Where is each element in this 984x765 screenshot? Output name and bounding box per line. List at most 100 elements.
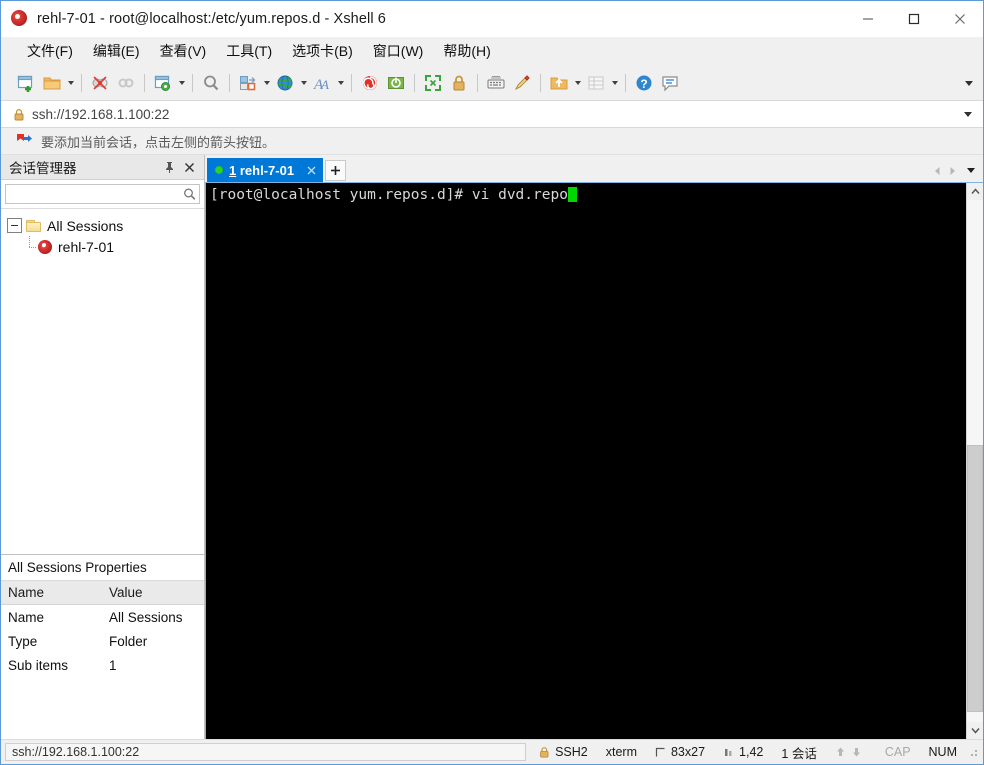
terminal-scrollbar[interactable] — [966, 183, 983, 739]
terminal-area: 1 rehl-7-01 [root@localhost yum.repos.d]… — [205, 155, 983, 739]
tab-prev-button[interactable] — [930, 162, 945, 179]
lock-icon — [453, 75, 465, 91]
new-tab-button[interactable] — [325, 160, 347, 181]
layout-dropdown[interactable] — [261, 70, 272, 96]
tab-next-button[interactable] — [945, 162, 960, 179]
disconnect-icon — [92, 76, 108, 90]
scrollbar-track[interactable] — [967, 200, 983, 722]
terminal-prompt: [root@localhost yum.repos.d]# — [210, 187, 472, 203]
globe-icon — [277, 75, 293, 91]
xftp-button[interactable] — [383, 70, 409, 96]
toolbar-separator — [625, 74, 626, 92]
resize-grip[interactable] — [966, 745, 980, 759]
toolbar-separator — [192, 74, 193, 92]
close-button[interactable] — [937, 1, 983, 37]
new-session-icon — [17, 75, 33, 92]
cursor-icon — [723, 747, 734, 758]
status-transfer-indicators — [826, 743, 876, 761]
fullscreen-button[interactable] — [420, 70, 446, 96]
reconnect-button[interactable] — [113, 70, 139, 96]
compose-pane-dropdown[interactable] — [609, 70, 620, 96]
tab-bar-controls — [930, 162, 979, 179]
globe-button[interactable] — [272, 70, 298, 96]
toolbar-separator — [414, 74, 415, 92]
toolbar-overflow-button[interactable] — [963, 77, 975, 89]
address-bar[interactable]: ssh://192.168.1.100:22 — [1, 100, 983, 128]
xshell-window: rehl-7-01 - root@localhost:/etc/yum.repo… — [0, 0, 984, 765]
layout-icon — [240, 76, 256, 91]
address-dropdown-button[interactable] — [961, 107, 975, 121]
menu-window[interactable]: 窗口(W) — [363, 38, 434, 64]
highlight-button[interactable] — [509, 70, 535, 96]
search-input[interactable] — [5, 184, 200, 204]
reconnect-icon — [118, 78, 134, 88]
xshell-button[interactable] — [357, 70, 383, 96]
scroll-down-button[interactable] — [967, 722, 983, 739]
terminal-command: vi dvd.repo — [471, 187, 568, 203]
status-cursor-position-label: 1,42 — [739, 745, 764, 759]
open-session-dropdown[interactable] — [65, 70, 76, 96]
tab-close-icon[interactable] — [304, 163, 319, 178]
property-value: All Sessions — [109, 609, 183, 625]
maximize-button[interactable] — [891, 1, 937, 37]
search-icon[interactable] — [183, 188, 196, 201]
notice-text: 要添加当前会话，点击左侧的箭头按钮。 — [41, 134, 276, 150]
status-size: 83x27 — [646, 743, 714, 761]
session-manager-title: 会话管理器 — [9, 161, 77, 176]
pen-icon — [514, 75, 530, 91]
session-properties-button[interactable] — [150, 70, 176, 96]
pin-icon[interactable] — [160, 158, 178, 176]
menu-edit[interactable]: 编辑(E) — [83, 38, 150, 64]
fullscreen-icon — [425, 75, 441, 91]
status-caps-lock-label: CAP — [884, 745, 911, 759]
tree-item-all-sessions[interactable]: All Sessions — [1, 215, 204, 236]
open-session-button[interactable] — [39, 70, 65, 96]
arrow-up-icon — [835, 746, 846, 758]
disconnect-button[interactable] — [87, 70, 113, 96]
address-value: ssh://192.168.1.100:22 — [32, 106, 170, 122]
property-name: Sub items — [8, 657, 69, 673]
compose-pane-button[interactable] — [583, 70, 609, 96]
add-session-arrow-icon — [15, 133, 33, 150]
property-name: Name — [8, 609, 45, 625]
tab-rehl-7-01[interactable]: 1 rehl-7-01 — [207, 158, 324, 182]
keyboard-button[interactable] — [483, 70, 509, 96]
terminal-screen[interactable]: [root@localhost yum.repos.d]# vi dvd.rep… — [206, 183, 966, 739]
menu-view[interactable]: 查看(V) — [150, 38, 217, 64]
menu-tabs[interactable]: 选项卡(B) — [282, 38, 363, 64]
scrollbar-thumb[interactable] — [967, 445, 983, 712]
table-row[interactable]: Sub items 1 — [1, 653, 204, 677]
collapse-icon[interactable] — [7, 218, 22, 233]
menu-file[interactable]: 文件(F) — [17, 38, 83, 64]
toolbar: A A ? — [1, 66, 983, 100]
minimize-button[interactable] — [845, 1, 891, 37]
layout-button[interactable] — [235, 70, 261, 96]
status-protocol: SSH2 — [530, 743, 597, 761]
help-button[interactable]: ? — [631, 70, 657, 96]
lock-button[interactable] — [446, 70, 472, 96]
close-icon[interactable] — [180, 158, 198, 176]
font-A-icon: A A — [313, 77, 329, 93]
table-row[interactable]: Name All Sessions — [1, 605, 204, 629]
globe-dropdown[interactable] — [298, 70, 309, 96]
tab-list-button[interactable] — [963, 162, 979, 179]
scroll-up-button[interactable] — [967, 183, 983, 200]
chat-button[interactable] — [657, 70, 683, 96]
status-num-lock: NUM — [920, 743, 966, 761]
find-button[interactable] — [198, 70, 224, 96]
font-button[interactable]: A A — [309, 70, 335, 96]
session-tree: All Sessions rehl-7-01 — [1, 209, 204, 554]
terminal-wrapper: [root@localhost yum.repos.d]# vi dvd.rep… — [205, 182, 983, 739]
tree-item-rehl-7-01[interactable]: rehl-7-01 — [1, 236, 204, 257]
new-session-button[interactable] — [13, 70, 39, 96]
title-bar: rehl-7-01 - root@localhost:/etc/yum.repo… — [1, 1, 983, 37]
menu-help[interactable]: 帮助(H) — [433, 38, 500, 64]
table-row[interactable]: Type Folder — [1, 629, 204, 653]
transfer-dropdown[interactable] — [572, 70, 583, 96]
font-dropdown[interactable] — [335, 70, 346, 96]
session-properties-dropdown[interactable] — [176, 70, 187, 96]
xftp-icon — [388, 77, 404, 89]
tree-guide — [24, 236, 36, 253]
transfer-button[interactable] — [546, 70, 572, 96]
menu-tools[interactable]: 工具(T) — [216, 38, 282, 64]
